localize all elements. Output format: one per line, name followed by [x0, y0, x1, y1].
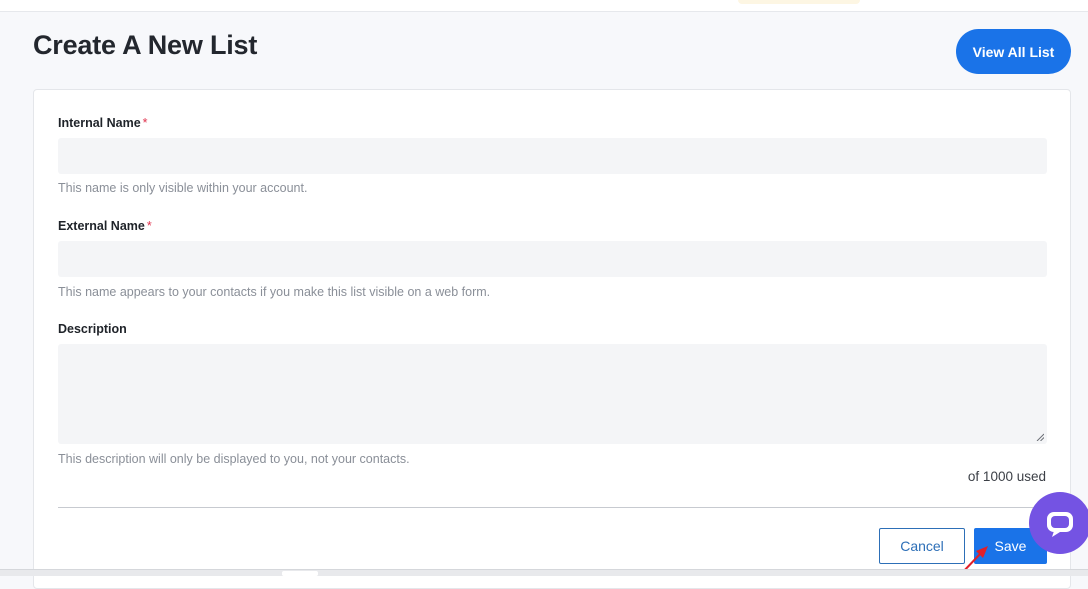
view-all-list-button[interactable]: View All List: [956, 29, 1071, 74]
chat-widget-button[interactable]: [1029, 492, 1088, 554]
top-bar: [0, 0, 1088, 12]
required-marker: *: [146, 219, 152, 233]
internal-name-label: Internal Name *: [58, 116, 148, 130]
top-notice-strip: [738, 0, 860, 4]
external-name-help: This name appears to your contacts if yo…: [58, 285, 491, 299]
resize-grip-icon[interactable]: [1036, 433, 1044, 441]
external-name-label: External Name *: [58, 219, 152, 233]
form-divider: [58, 507, 1047, 508]
character-counter: of 1000 used: [967, 469, 1046, 484]
list-form-card: Internal Name * This name is only visible…: [33, 89, 1071, 589]
page-title: Create A New List: [33, 30, 258, 60]
internal-name-label-text: Internal Name: [58, 116, 141, 130]
chat-icon: [1047, 512, 1073, 537]
required-marker: *: [142, 116, 148, 130]
description-label: Description: [58, 322, 127, 336]
cancel-button[interactable]: Cancel: [879, 528, 965, 564]
description-textarea[interactable]: [58, 344, 1047, 444]
external-name-input[interactable]: [58, 241, 1047, 277]
internal-name-help: This name is only visible within your ac…: [58, 181, 308, 195]
external-name-label-text: External Name: [58, 219, 145, 233]
horizontal-scrollbar[interactable]: [0, 569, 1088, 576]
description-help: This description will only be displayed …: [58, 452, 410, 466]
scrollbar-thumb[interactable]: [282, 571, 318, 576]
internal-name-input[interactable]: [58, 138, 1047, 174]
